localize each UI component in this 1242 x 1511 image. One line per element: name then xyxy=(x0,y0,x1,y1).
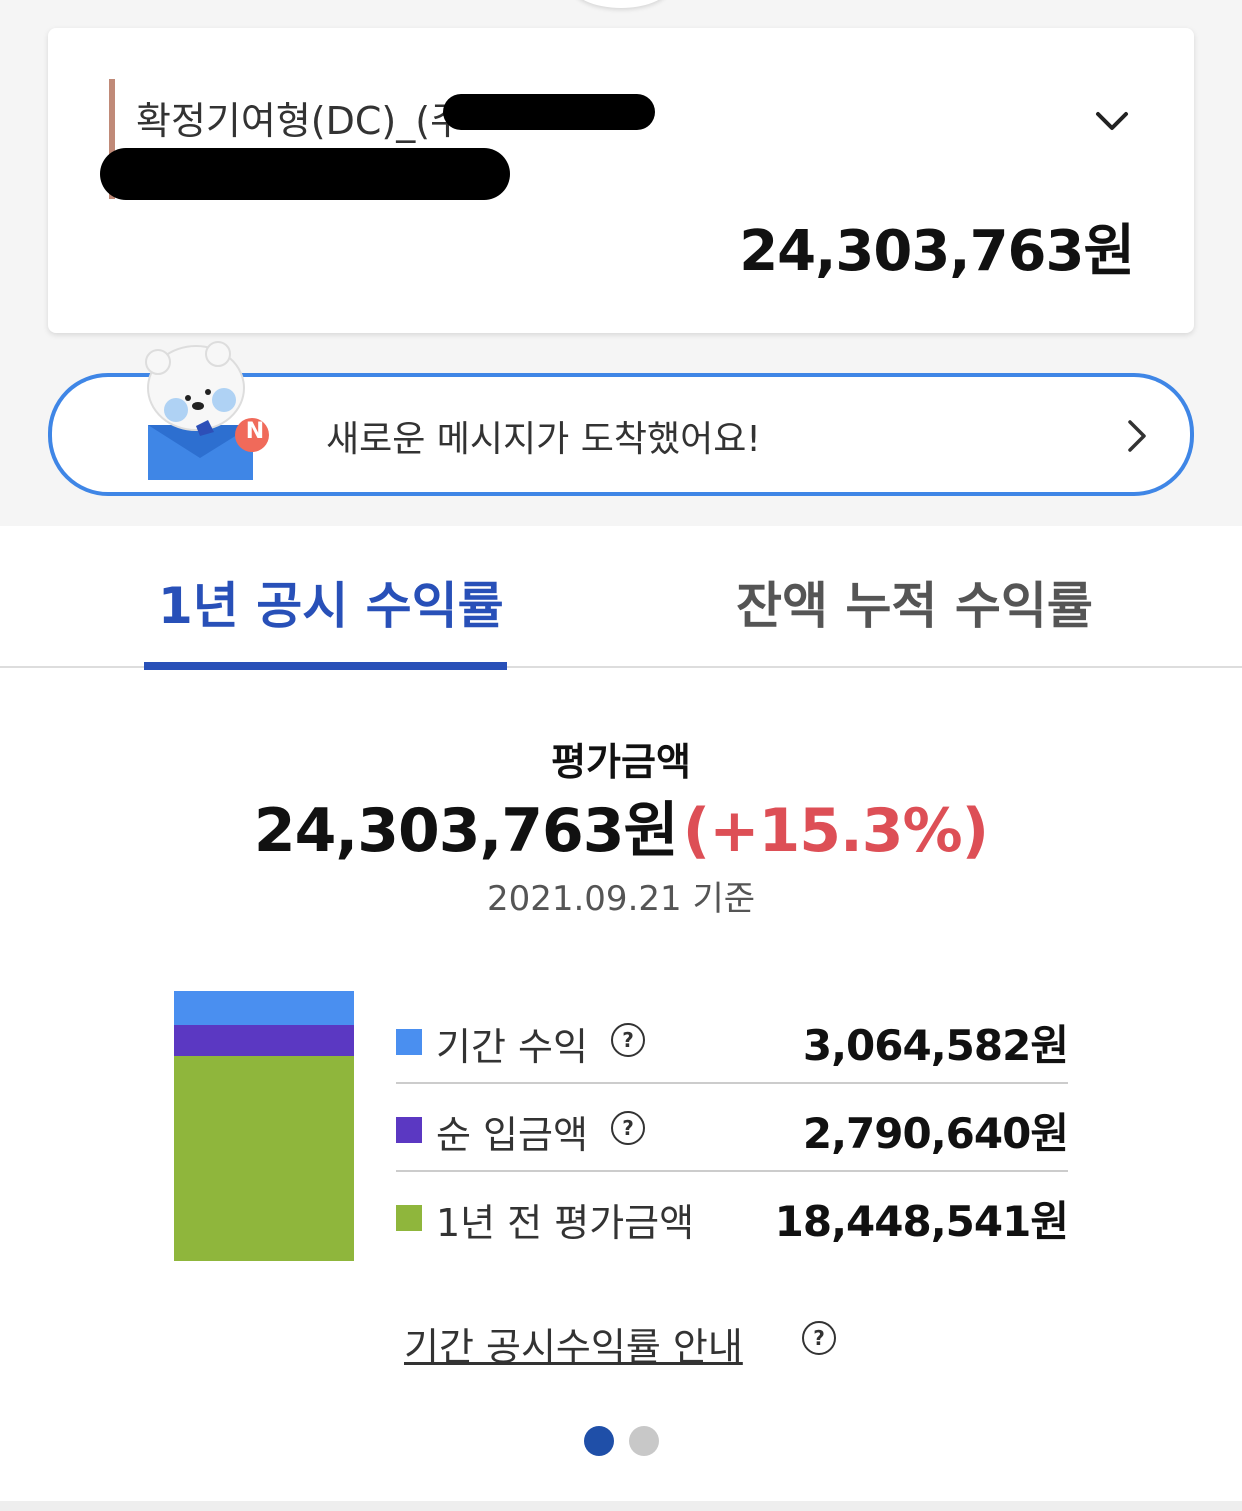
legend-label: 1년 전 평가금액 xyxy=(436,1201,695,1245)
legend-swatch xyxy=(396,1117,422,1143)
legend-label: 순 입금액 xyxy=(436,1113,588,1157)
legend-row: 기간 수익 ? 3,064,582원 xyxy=(396,996,1069,1084)
legend-value: 2,790,640원 xyxy=(802,1109,1069,1158)
bottom-strip xyxy=(0,1501,1242,1511)
active-tab-indicator xyxy=(144,662,507,670)
evaluation-title: 평가금액 xyxy=(551,740,691,784)
top-handle xyxy=(571,0,671,8)
legend-value: 3,064,582원 xyxy=(802,1021,1069,1070)
evaluation-summary: 24,303,763원 (+15.3%) xyxy=(0,782,1242,869)
bar-segment-prior-value xyxy=(174,1056,354,1261)
message-text: 새로운 메시지가 도착했어요! xyxy=(326,419,761,460)
legend-row: 1년 전 평가금액 18,448,541원 xyxy=(396,1172,1069,1258)
notification-badge: N xyxy=(245,419,265,444)
returns-panel: 1년 공시 수익률 잔액 누적 수익률 평가금액 24,303,763원 (+1… xyxy=(0,526,1242,1501)
evaluation-date: 2021.09.21 기준 xyxy=(486,879,756,919)
breakdown-legend: 기간 수익 ? 3,064,582원 순 입금액 ? 2,790,640원 1년… xyxy=(396,996,1069,1258)
bear-mascot-envelope-icon xyxy=(145,341,269,480)
redaction-mark xyxy=(443,94,655,130)
help-icon[interactable]: ? xyxy=(611,1111,645,1145)
legend-label: 기간 수익 xyxy=(436,1025,588,1069)
bar-segment-period-return xyxy=(174,991,354,1025)
account-card[interactable]: 확정기여형(DC)_(주 24,303,763원 xyxy=(48,28,1194,333)
pager-dot-active[interactable] xyxy=(584,1426,614,1456)
evaluation-amount: 24,303,763원 xyxy=(253,796,679,866)
account-name: 확정기여형(DC)_(주 xyxy=(136,99,466,143)
help-icon[interactable]: ? xyxy=(611,1023,645,1057)
evaluation-rate: (+15.3%) xyxy=(682,796,989,866)
bar-segment-net-deposit xyxy=(174,1025,354,1056)
legend-swatch xyxy=(396,1205,422,1231)
tab-cumulative-return[interactable]: 잔액 누적 수익률 xyxy=(736,566,1093,638)
account-balance: 24,303,763원 xyxy=(739,219,1135,284)
return-guide-link[interactable]: 기간 공시수익률 안내 xyxy=(404,1316,743,1371)
tab-one-year-return[interactable]: 1년 공시 수익률 xyxy=(158,566,504,638)
chevron-down-icon[interactable] xyxy=(1094,104,1130,140)
legend-swatch xyxy=(396,1029,422,1055)
redaction-mark xyxy=(100,148,510,200)
chevron-right-icon[interactable] xyxy=(1122,416,1152,456)
stacked-bar xyxy=(174,991,354,1261)
help-icon[interactable]: ? xyxy=(802,1321,836,1355)
pager-dot[interactable] xyxy=(629,1426,659,1456)
legend-row: 순 입금액 ? 2,790,640원 xyxy=(396,1084,1069,1172)
legend-value: 18,448,541원 xyxy=(774,1197,1069,1246)
